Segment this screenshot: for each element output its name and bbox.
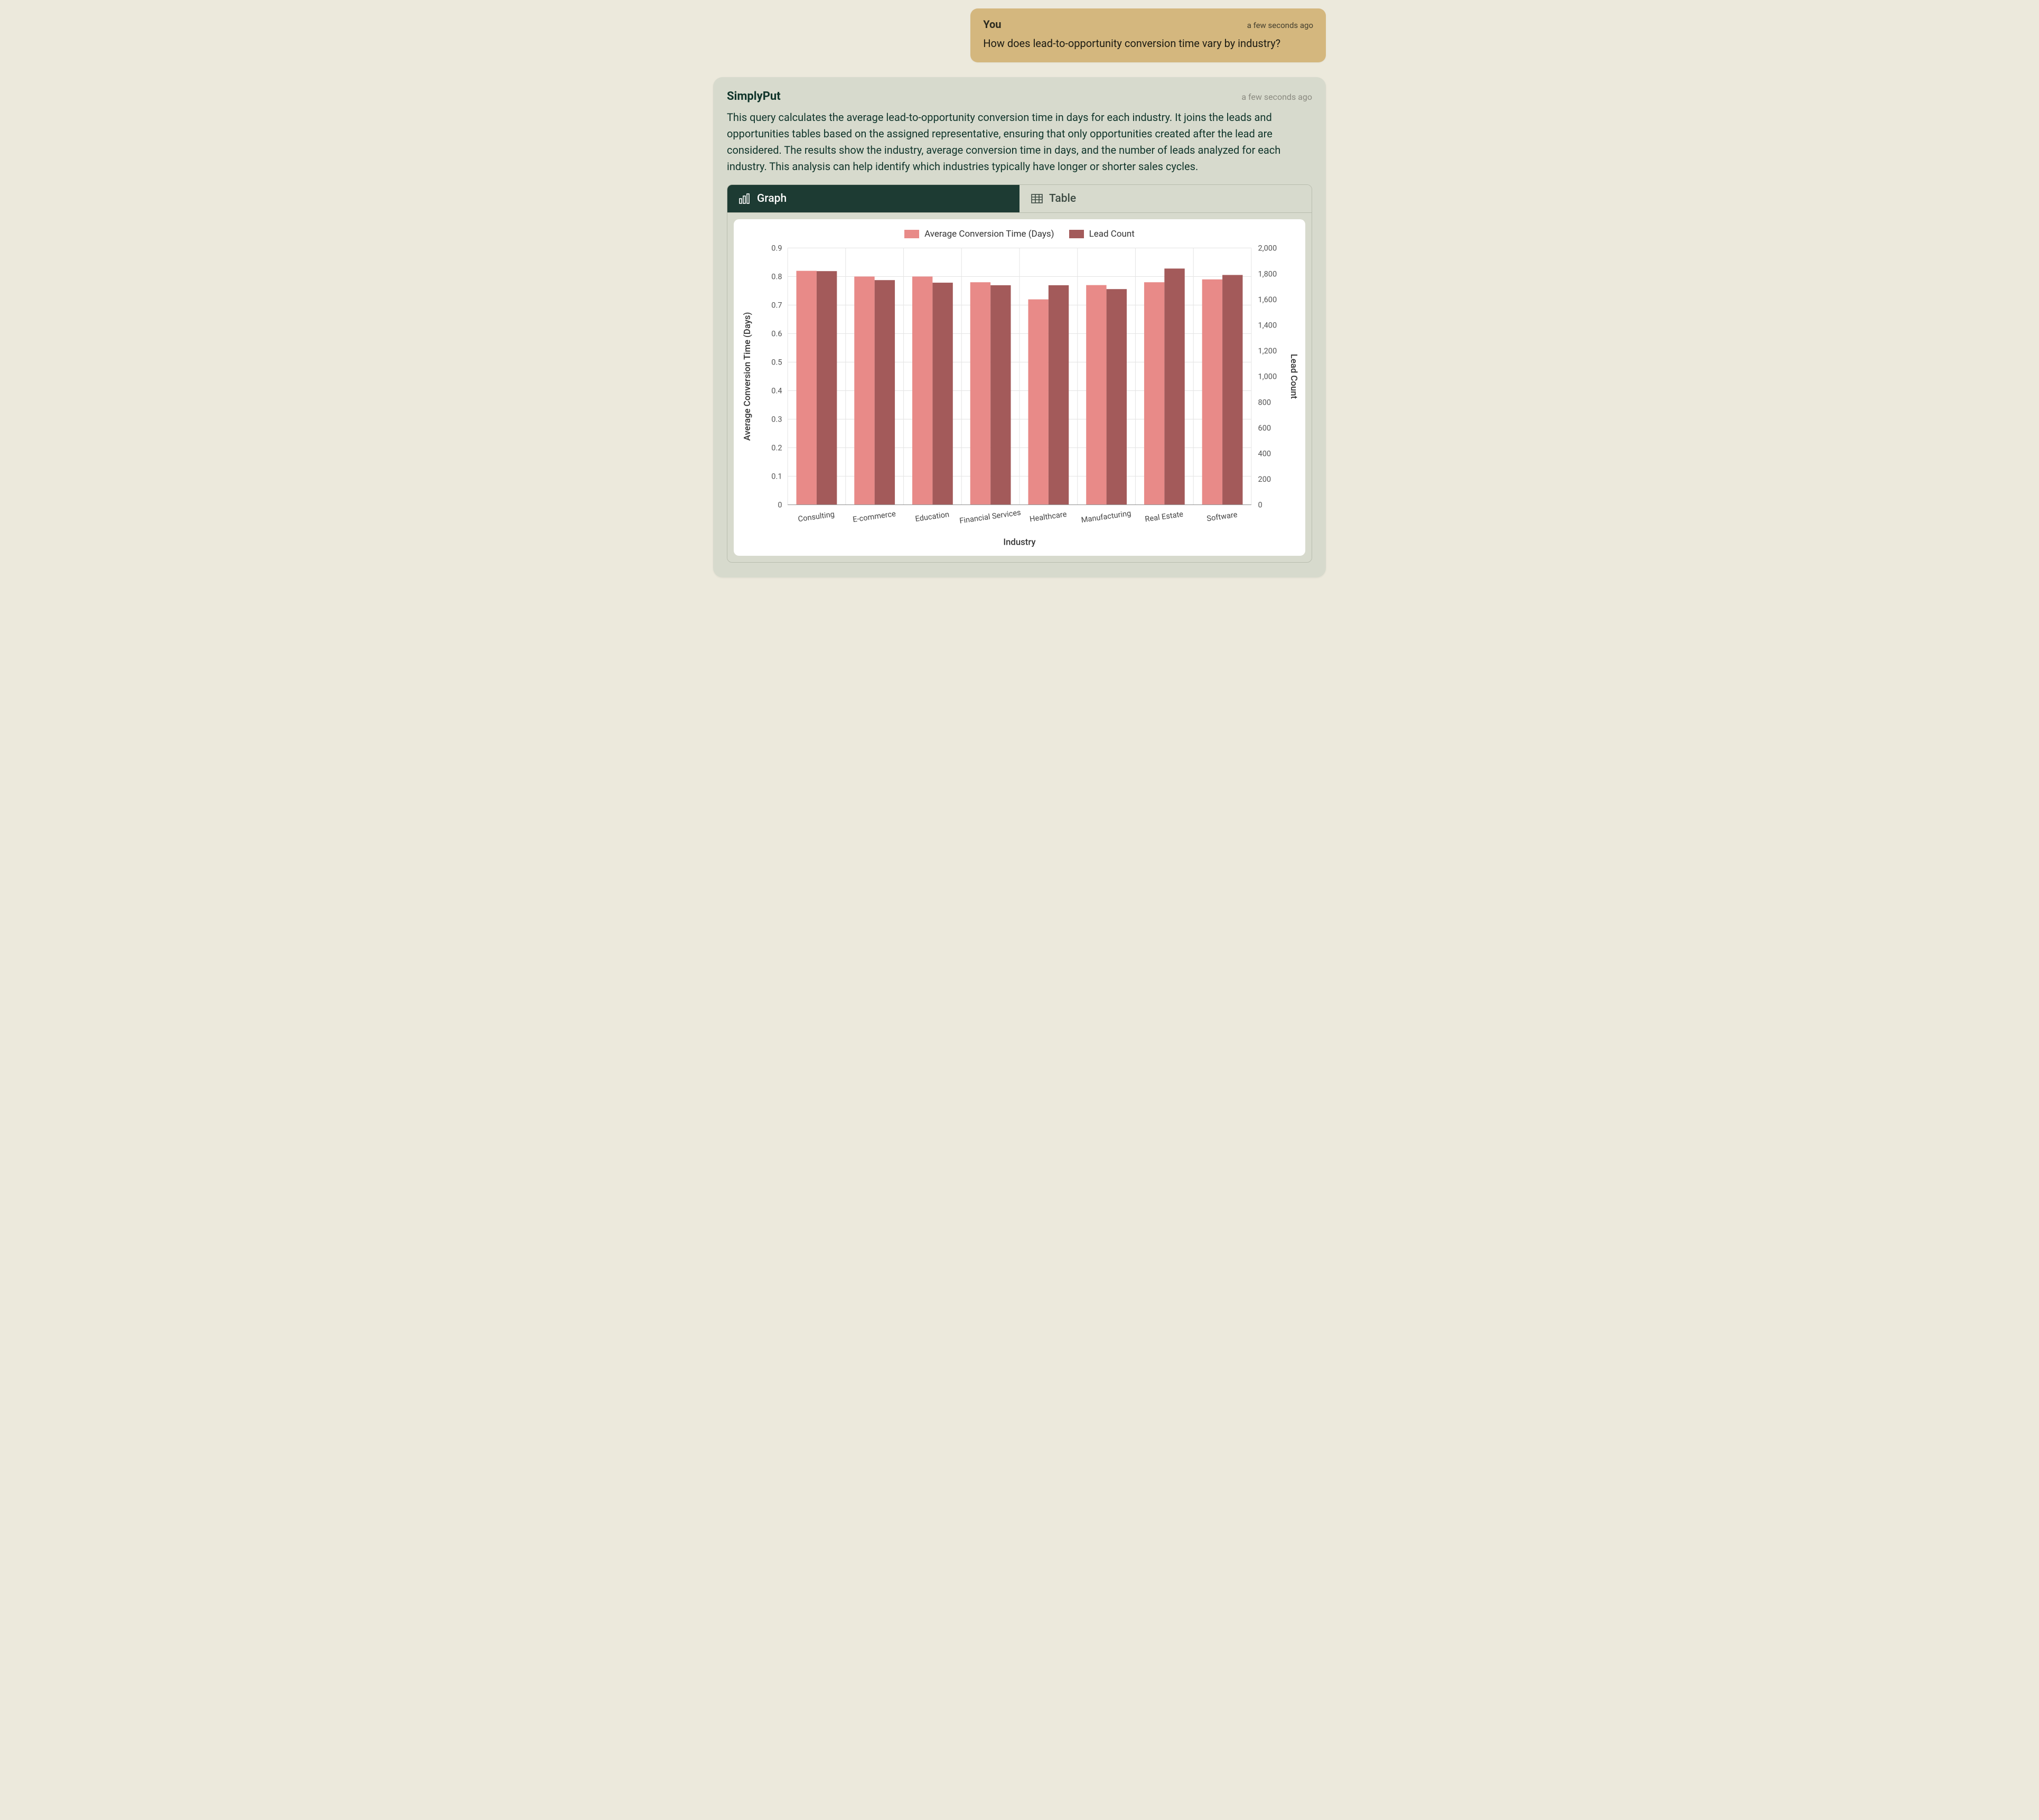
svg-text:800: 800 [1258,397,1271,407]
legend-item-series-1[interactable]: Lead Count [1069,229,1135,239]
bar-series-0[interactable] [1086,285,1106,505]
viz-tabbar: Graph Table [727,185,1312,213]
svg-text:0.9: 0.9 [771,244,782,253]
svg-text:1,000: 1,000 [1258,372,1277,381]
user-author-label: You [983,18,1001,31]
legend-item-series-0[interactable]: Average Conversion Time (Days) [904,229,1054,239]
bar-series-1[interactable] [1107,289,1127,505]
bar-series-0[interactable] [797,271,817,505]
visualization-container: Graph Table [727,184,1312,563]
bar-series-0[interactable] [854,276,874,505]
tab-graph[interactable]: Graph [727,185,1020,212]
chart-card: Average Conversion Time (Days) Lead Coun… [734,219,1305,556]
svg-text:2,000: 2,000 [1258,244,1277,253]
assistant-message-panel: SimplyPut a few seconds ago This query c… [713,77,1326,577]
tab-table[interactable]: Table [1020,185,1312,212]
bar-series-1[interactable] [990,285,1011,505]
tab-graph-label: Graph [757,192,787,205]
svg-text:400: 400 [1258,449,1271,458]
svg-text:600: 600 [1258,423,1271,433]
svg-text:1,600: 1,600 [1258,295,1277,304]
svg-text:0.8: 0.8 [771,272,782,282]
user-timestamp: a few seconds ago [1247,21,1313,30]
svg-text:1,800: 1,800 [1258,269,1277,278]
svg-text:0: 0 [1258,500,1262,510]
category-label: Real Estate [1144,509,1184,524]
category-label: E-commerce [852,509,896,524]
chat-page: You a few seconds ago How does lead-to-o… [703,0,1336,599]
y-left-axis-title: Average Conversion Time (Days) [742,312,753,441]
assistant-author-label: SimplyPut [727,90,781,103]
bar-series-1[interactable] [875,280,895,505]
bar-series-0[interactable] [970,282,990,505]
user-message-bubble: You a few seconds ago How does lead-to-o… [970,8,1326,62]
category-label: Healthcare [1029,509,1068,524]
legend-swatch-series-0 [904,230,919,238]
category-label: Education [914,509,950,524]
assistant-timestamp: a few seconds ago [1241,92,1312,102]
bar-series-1[interactable] [1222,275,1242,505]
chart-wrap: Average Conversion Time (Days) Lead Coun… [727,213,1312,562]
bar-series-1[interactable] [1049,285,1069,505]
svg-text:0.2: 0.2 [771,443,782,453]
y-right-axis-title: Lead Count [1288,354,1299,399]
svg-text:0: 0 [778,500,782,510]
svg-text:1,200: 1,200 [1258,346,1277,356]
svg-text:0.3: 0.3 [771,415,782,424]
chart-svg: 0 0.1 0.2 0.3 0.4 0.5 0.6 0.7 0.8 0.9 0 200 400 600 80… [738,242,1301,552]
svg-text:0.6: 0.6 [771,329,782,339]
legend-swatch-series-1 [1069,230,1084,238]
bar-series-0[interactable] [912,276,932,505]
user-message-row: You a few seconds ago How does lead-to-o… [713,8,1326,62]
bar-series-0[interactable] [1144,282,1164,505]
assistant-message-text: This query calculates the average lead-t… [727,109,1312,175]
chart-legend: Average Conversion Time (Days) Lead Coun… [738,225,1301,242]
svg-text:0.4: 0.4 [771,386,782,396]
bar-series-0[interactable] [1028,300,1048,505]
svg-text:0.7: 0.7 [771,301,782,310]
svg-text:0.5: 0.5 [771,358,782,367]
bar-series-0[interactable] [1202,279,1222,505]
table-icon [1031,194,1043,203]
category-label: Consulting [797,509,835,524]
bar-series-1[interactable] [817,271,837,505]
svg-text:0.1: 0.1 [771,472,782,481]
svg-text:200: 200 [1258,474,1271,484]
assistant-header: SimplyPut a few seconds ago [727,90,1312,103]
bar-chart-icon [739,193,751,204]
tab-table-label: Table [1049,192,1076,205]
bar-series-1[interactable] [1164,268,1184,505]
user-bubble-header: You a few seconds ago [983,18,1313,31]
category-label: Financial Services [959,508,1022,526]
category-label: Manufacturing [1081,508,1132,525]
chart-canvas: 0 0.1 0.2 0.3 0.4 0.5 0.6 0.7 0.8 0.9 0 200 400 600 80… [738,242,1301,552]
legend-label-series-0: Average Conversion Time (Days) [924,229,1054,239]
bar-series-1[interactable] [932,283,952,505]
user-message-text: How does lead-to-opportunity conversion … [983,36,1313,51]
x-axis-title: Industry [1003,537,1036,548]
category-label: Software [1206,510,1238,524]
svg-text:1,400: 1,400 [1258,320,1277,330]
legend-label-series-1: Lead Count [1089,229,1135,239]
